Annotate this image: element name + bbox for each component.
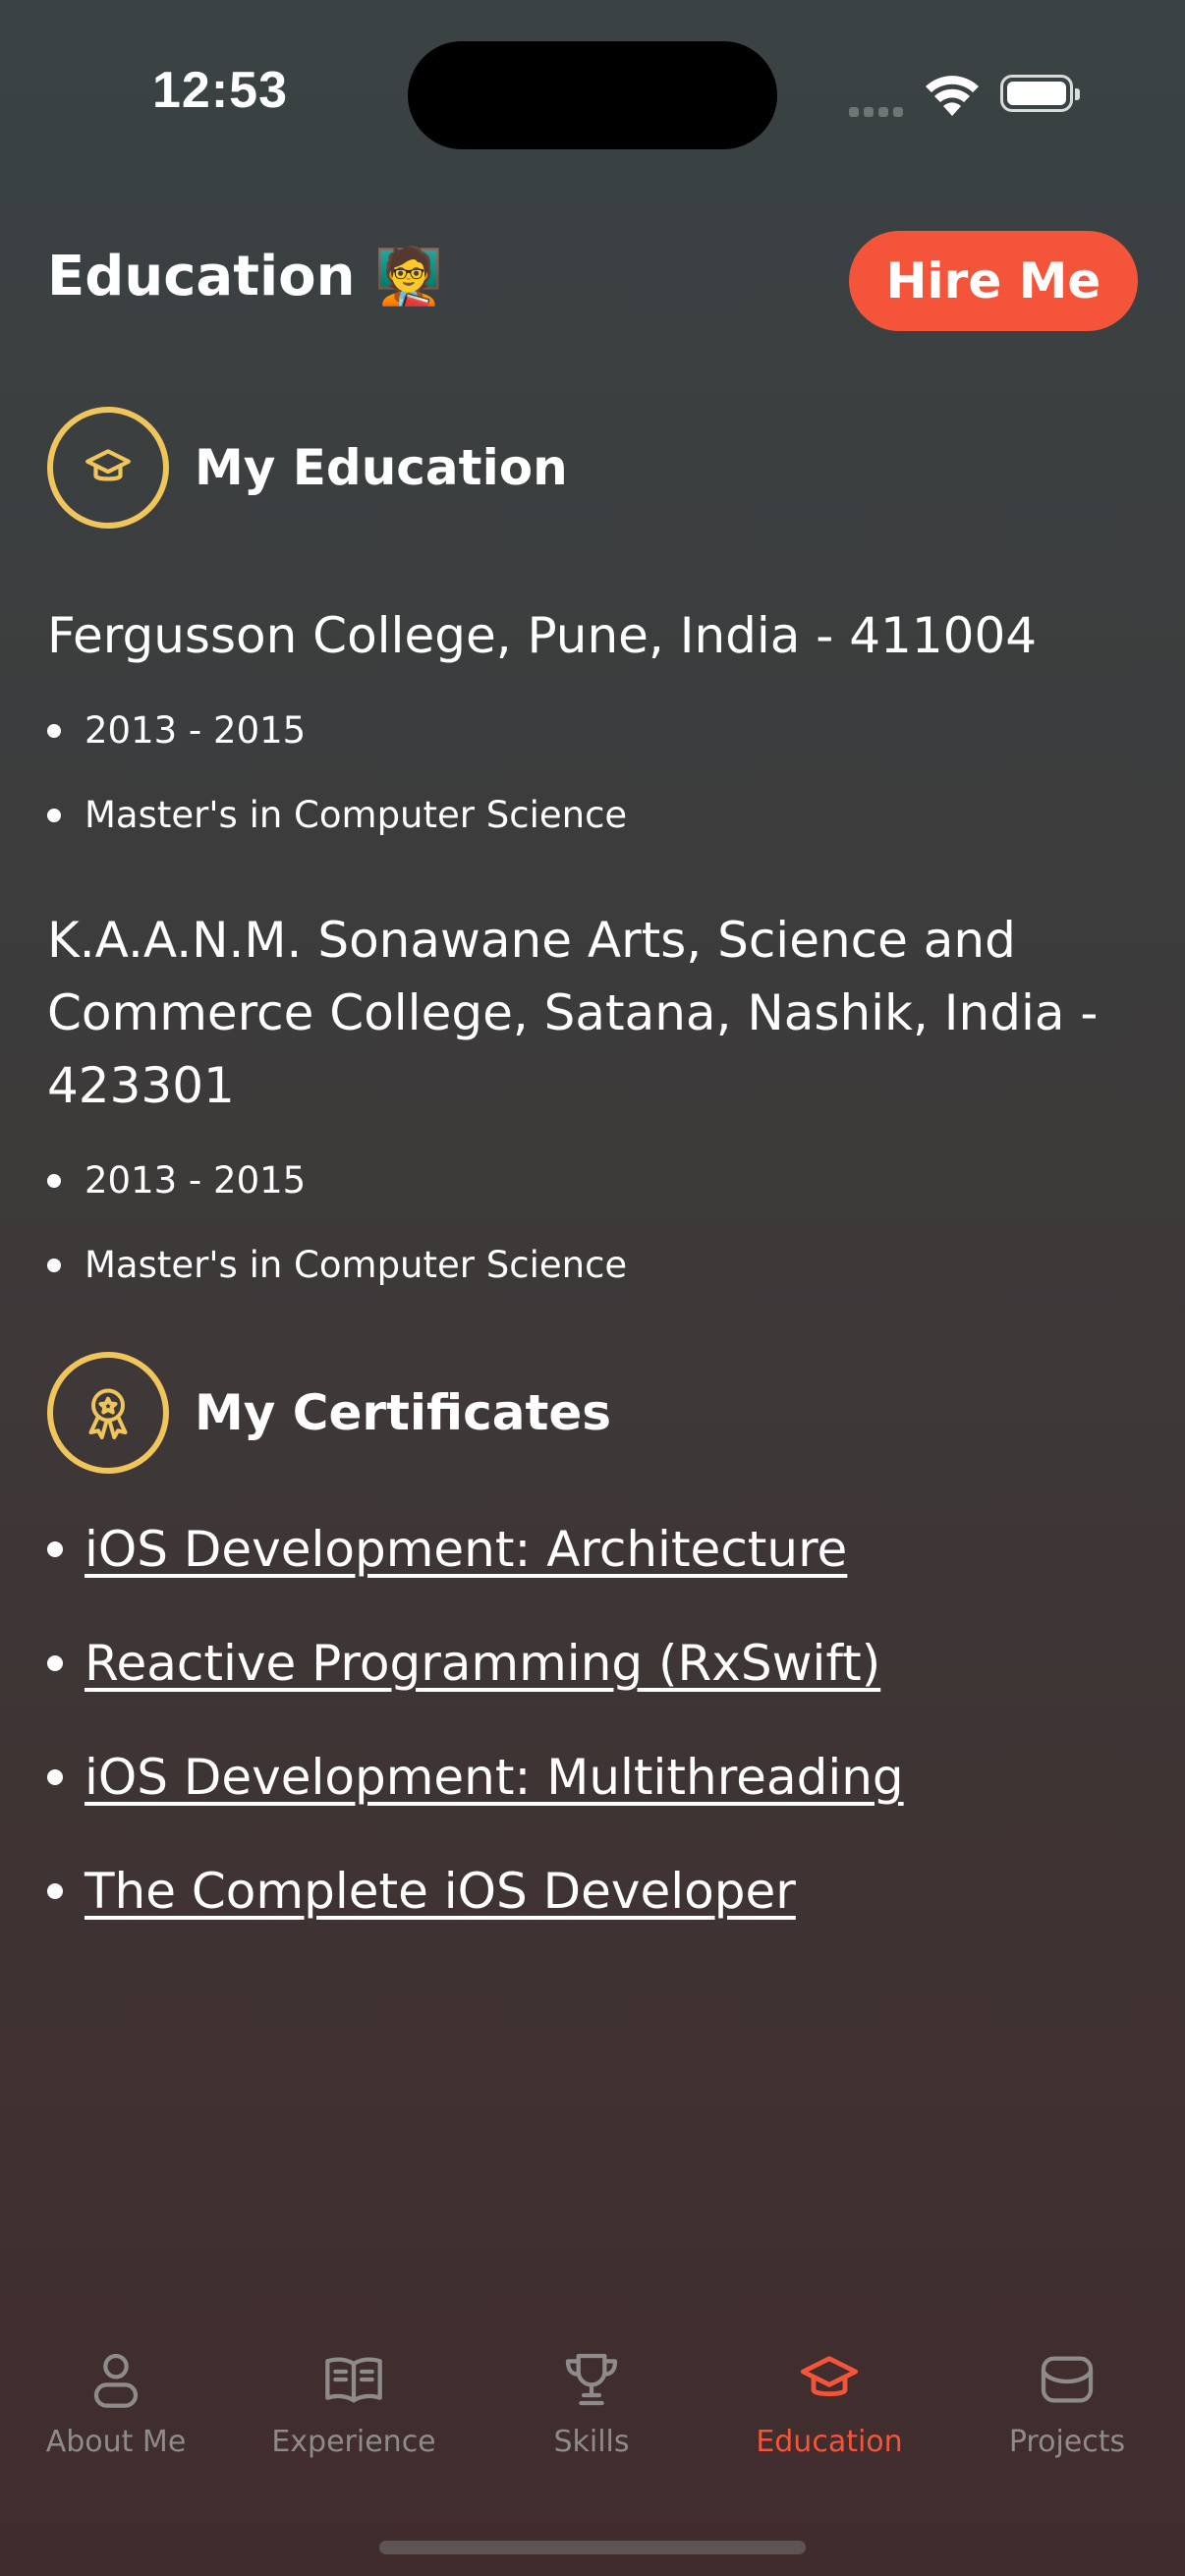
- certificates-section-header: My Certificates: [47, 1352, 611, 1474]
- school-name: Fergusson College, Pune, India - 411004: [47, 607, 1038, 664]
- tab-label: Projects: [1008, 2425, 1126, 2459]
- education-years: 2013 - 2015: [85, 1159, 307, 1202]
- certificate-link[interactable]: iOS Development: Architecture: [85, 1521, 847, 1578]
- list-item: Master's in Computer Science: [47, 1244, 627, 1286]
- list-item: iOS Development: Architecture: [47, 1521, 847, 1578]
- tab-label: About Me: [45, 2425, 187, 2459]
- tab-about-me[interactable]: About Me: [8, 2348, 224, 2459]
- list-item: Reactive Programming (RxSwift): [47, 1635, 880, 1692]
- award-ribbon-icon: [47, 1352, 169, 1474]
- certificate-link[interactable]: Reactive Programming (RxSwift): [85, 1635, 880, 1692]
- certificate-link[interactable]: iOS Development: Multithreading: [85, 1749, 904, 1806]
- school-name: K.A.A.N.M. Sonawane Arts, Science and Co…: [47, 912, 1099, 1114]
- graduation-cap-icon: [47, 407, 169, 529]
- education-section-title: My Education: [195, 439, 568, 496]
- status-time: 12:53: [152, 62, 288, 119]
- dynamic-island: [408, 41, 777, 149]
- trophy-icon: [565, 2353, 618, 2406]
- education-years: 2013 - 2015: [85, 709, 307, 752]
- list-item: iOS Development: Multithreading: [47, 1749, 904, 1806]
- book-icon: [325, 2357, 382, 2403]
- page-title: Education 🧑‍🏫: [47, 245, 443, 308]
- person-icon: [93, 2353, 139, 2408]
- list-item: 2013 - 2015: [47, 709, 306, 752]
- tab-label: Skills: [553, 2425, 630, 2459]
- cellular-signal-icon: [849, 102, 908, 117]
- list-item: The Complete iOS Developer: [47, 1863, 796, 1920]
- list-item: Master's in Computer Science: [47, 794, 627, 836]
- certificates-section-title: My Certificates: [195, 1384, 612, 1441]
- tab-projects[interactable]: Projects: [959, 2348, 1175, 2459]
- tab-experience[interactable]: Experience: [246, 2348, 462, 2459]
- hire-me-button[interactable]: Hire Me: [849, 231, 1138, 331]
- tab-education[interactable]: Education: [721, 2348, 937, 2459]
- certificate-link[interactable]: The Complete iOS Developer: [85, 1863, 796, 1920]
- battery-icon: [1000, 75, 1080, 112]
- tray-icon: [1041, 2356, 1094, 2403]
- education-section-header: My Education: [47, 407, 568, 529]
- home-indicator[interactable]: [379, 2541, 806, 2554]
- tab-skills[interactable]: Skills: [483, 2348, 700, 2459]
- tab-label: Experience: [271, 2425, 436, 2459]
- tab-label: Education: [756, 2425, 903, 2459]
- wifi-icon: [926, 76, 979, 116]
- graduation-cap-icon: [800, 2356, 859, 2397]
- education-degree: Master's in Computer Science: [85, 794, 628, 836]
- education-degree: Master's in Computer Science: [85, 1244, 628, 1286]
- list-item: 2013 - 2015: [47, 1159, 306, 1202]
